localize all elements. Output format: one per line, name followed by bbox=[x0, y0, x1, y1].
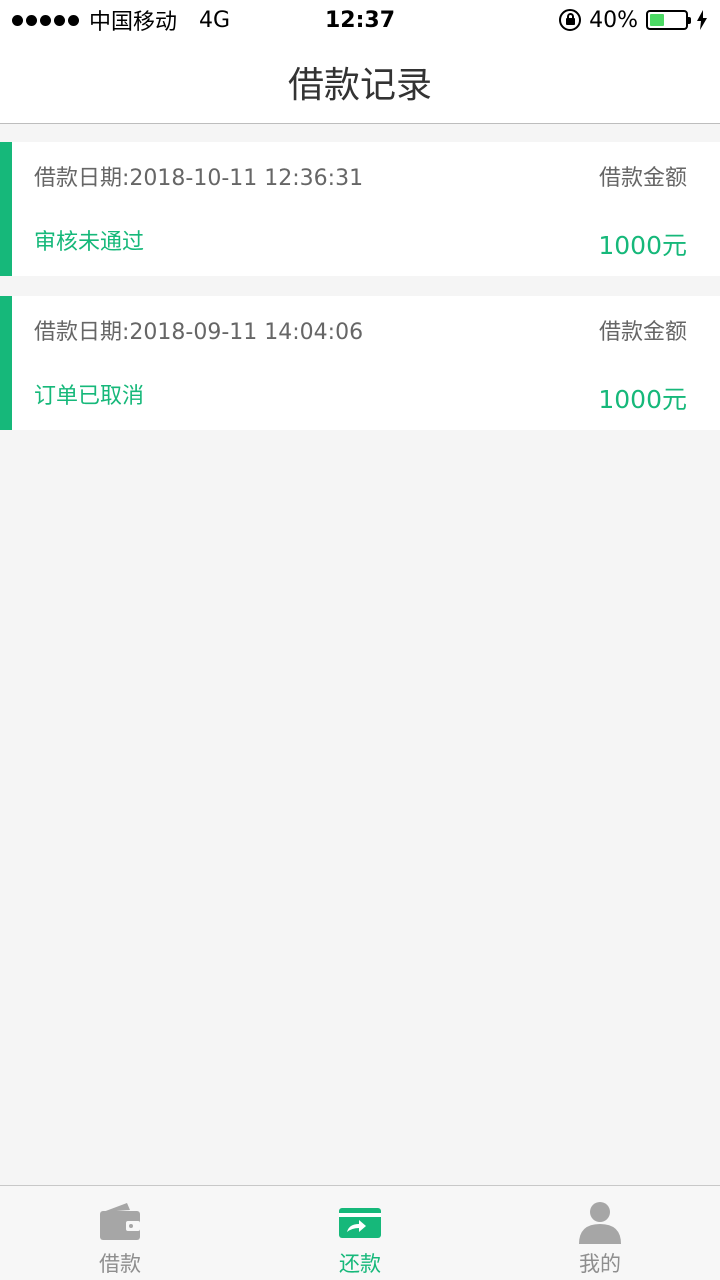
tab-label: 我的 bbox=[579, 1252, 621, 1276]
signal-strength-icon bbox=[12, 14, 79, 26]
wallet-icon bbox=[100, 1203, 140, 1240]
record-amount-label: 借款金额 bbox=[598, 166, 687, 191]
tab-repay[interactable]: 还款 bbox=[240, 1186, 480, 1280]
status-right: 40% bbox=[559, 8, 708, 33]
status-left: 中国移动 4G bbox=[12, 4, 230, 36]
loan-record-item[interactable]: 借款日期:2018-09-11 14:04:06 借款金额 订单已取消 1000… bbox=[0, 296, 720, 430]
page-header: 借款记录 bbox=[0, 40, 720, 124]
repay-card-icon bbox=[339, 1208, 381, 1238]
carrier-name: 中国移动 bbox=[89, 10, 178, 35]
record-amount-label: 借款金额 bbox=[598, 320, 687, 345]
loan-record-list: 借款日期:2018-10-11 12:36:31 借款金额 审核未通过 1000… bbox=[0, 142, 720, 450]
record-amount: 1000元 bbox=[598, 231, 687, 260]
record-status: 审核未通过 bbox=[34, 230, 145, 255]
rotation-lock-icon bbox=[559, 9, 582, 31]
tab-mine[interactable]: 我的 bbox=[480, 1186, 720, 1280]
person-icon bbox=[579, 1202, 621, 1244]
network-type: 4G bbox=[199, 7, 231, 33]
status-bar: 中国移动 4G 12:37 40% bbox=[0, 0, 720, 40]
record-date: 借款日期:2018-09-11 14:04:06 bbox=[34, 320, 364, 345]
tab-borrow[interactable]: 借款 bbox=[0, 1186, 240, 1280]
battery-percent: 40% bbox=[589, 7, 638, 33]
bottom-tab-bar: 借款 还款 我的 bbox=[0, 1185, 720, 1280]
charging-icon bbox=[697, 10, 707, 30]
record-status: 订单已取消 bbox=[34, 384, 145, 409]
loan-record-item[interactable]: 借款日期:2018-10-11 12:36:31 借款金额 审核未通过 1000… bbox=[0, 142, 720, 276]
record-amount: 1000元 bbox=[598, 385, 687, 414]
page-title: 借款记录 bbox=[287, 64, 432, 106]
tab-label: 还款 bbox=[339, 1252, 381, 1276]
battery-icon bbox=[646, 10, 691, 30]
tab-label: 借款 bbox=[99, 1252, 141, 1276]
record-date: 借款日期:2018-10-11 12:36:31 bbox=[34, 166, 364, 191]
